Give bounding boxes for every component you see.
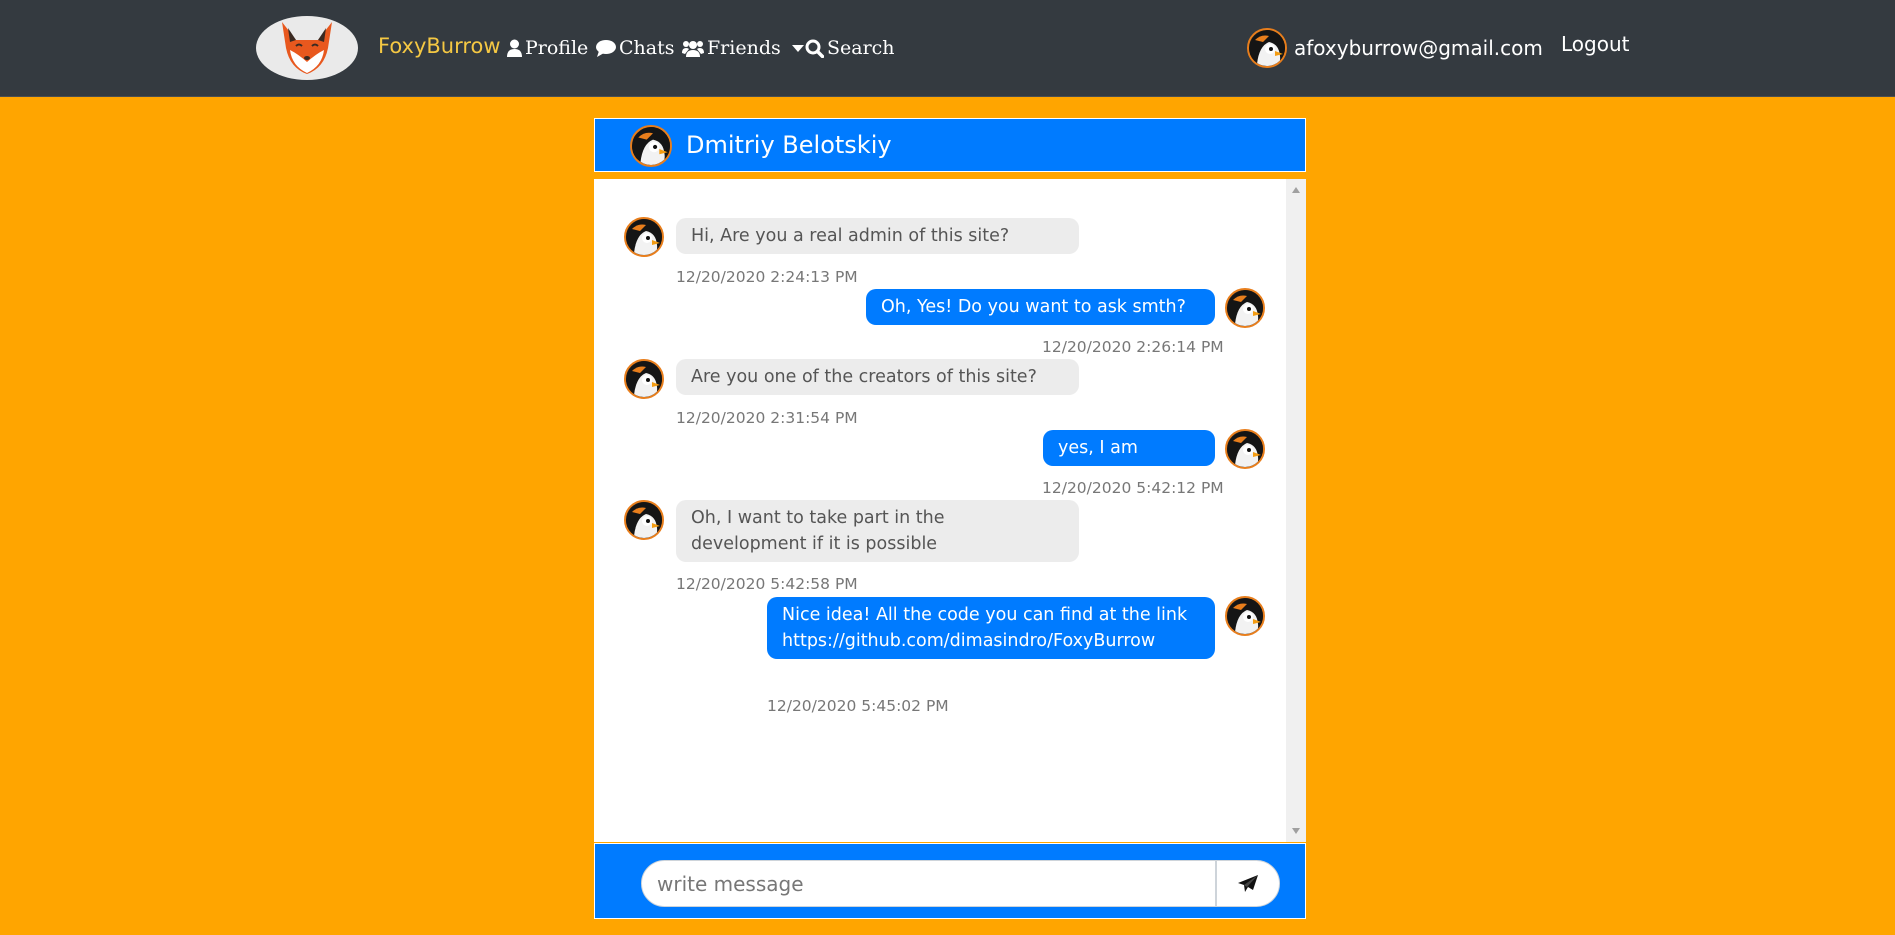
chevron-down-icon bbox=[791, 44, 804, 52]
avatar bbox=[624, 359, 664, 399]
avatar bbox=[1247, 28, 1287, 68]
chat-messages[interactable]: Hi, Are you a real admin of this site? 1… bbox=[594, 179, 1306, 842]
nav-profile-link[interactable]: Profile bbox=[507, 37, 588, 59]
brand-link[interactable]: FoxyBurrow bbox=[378, 34, 501, 58]
message-time: 12/20/2020 5:42:58 PM bbox=[676, 575, 858, 593]
avatar bbox=[1225, 429, 1265, 469]
chat-header: Dmitriy Belotskiy bbox=[594, 118, 1306, 172]
avatar bbox=[1225, 288, 1265, 328]
chat-partner-name[interactable]: Dmitriy Belotskiy bbox=[686, 131, 892, 159]
navbar: FoxyBurrow Profile Chats Friends Search … bbox=[0, 0, 1895, 97]
scroll-down-arrow-icon[interactable] bbox=[1292, 828, 1300, 834]
message-bubble: Nice idea! All the code you can find at … bbox=[767, 597, 1215, 659]
nav-user-profile[interactable]: afoxyburrow@gmail.com bbox=[1247, 28, 1543, 68]
search-icon bbox=[805, 39, 824, 58]
message-time: 12/20/2020 2:26:14 PM bbox=[1042, 338, 1224, 356]
users-icon bbox=[682, 41, 704, 57]
user-icon bbox=[507, 39, 522, 57]
message-bubble: Are you one of the creators of this site… bbox=[676, 359, 1079, 395]
message-bubble: yes, I am bbox=[1043, 430, 1215, 466]
message-time: 12/20/2020 5:45:02 PM bbox=[767, 697, 949, 715]
nav-friends-dropdown[interactable]: Friends bbox=[682, 37, 804, 59]
avatar bbox=[624, 500, 664, 540]
send-button[interactable] bbox=[1216, 860, 1280, 907]
nav-search-label: Search bbox=[827, 37, 895, 59]
message-bubble: Hi, Are you a real admin of this site? bbox=[676, 218, 1079, 254]
nav-chats-link[interactable]: Chats bbox=[596, 37, 675, 59]
message-bubble: Oh, Yes! Do you want to ask smth? bbox=[866, 289, 1215, 325]
message-time: 12/20/2020 2:24:13 PM bbox=[676, 268, 858, 286]
nav-profile-label: Profile bbox=[525, 37, 589, 59]
scroll-up-arrow-icon[interactable] bbox=[1292, 187, 1300, 193]
avatar[interactable] bbox=[630, 125, 672, 167]
avatar bbox=[624, 217, 664, 257]
nav-chats-label: Chats bbox=[619, 37, 675, 59]
chat-input-bar bbox=[594, 843, 1306, 919]
message-bubble: Oh, I want to take part in the developme… bbox=[676, 500, 1079, 562]
user-email: afoxyburrow@gmail.com bbox=[1294, 36, 1543, 60]
paper-plane-icon bbox=[1238, 874, 1258, 892]
message-time: 12/20/2020 5:42:12 PM bbox=[1042, 479, 1224, 497]
message-time: 12/20/2020 2:31:54 PM bbox=[676, 409, 858, 427]
chat-scrollbar[interactable] bbox=[1286, 179, 1306, 842]
nav-friends-label: Friends bbox=[707, 37, 781, 59]
fox-logo[interactable] bbox=[256, 16, 358, 80]
message-input[interactable] bbox=[641, 860, 1216, 907]
nav-search-link[interactable]: Search bbox=[805, 37, 895, 59]
logout-link[interactable]: Logout bbox=[1561, 32, 1629, 56]
comment-icon bbox=[596, 40, 616, 57]
avatar bbox=[1225, 596, 1265, 636]
